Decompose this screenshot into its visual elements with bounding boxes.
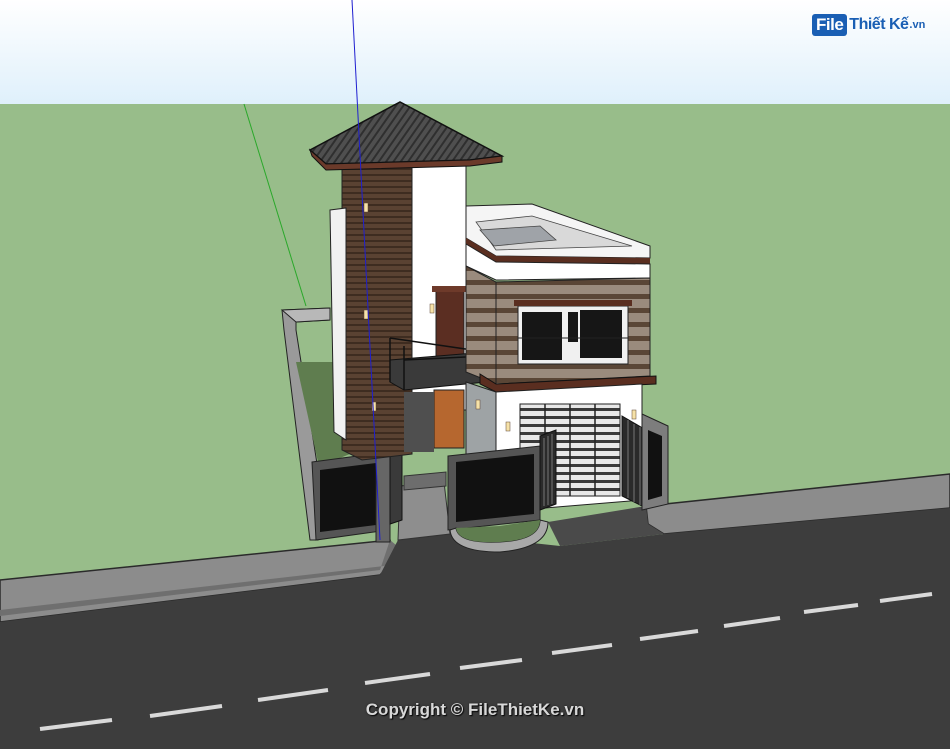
upper-window-left-pane xyxy=(522,312,562,360)
front-fence-left-panel xyxy=(320,462,384,532)
filethietke-logo: File Thiết Kế .vn xyxy=(812,14,925,36)
logo-ext-text: .vn xyxy=(909,19,926,31)
entry-recess xyxy=(404,392,434,452)
logo-name-text: Thiết Kế xyxy=(849,16,909,33)
sketchup-model-viewport xyxy=(0,0,950,749)
upper-floor-side xyxy=(465,265,497,385)
front-door xyxy=(433,389,465,449)
entrance-path xyxy=(397,481,451,541)
front-fence-middle-panel xyxy=(456,454,534,522)
upper-window-right-pane xyxy=(580,310,622,358)
window-awning xyxy=(514,300,632,306)
tower-wood-cladding xyxy=(341,161,413,461)
copyright-watermark: Copyright © FileThietKe.vn xyxy=(365,700,585,719)
logo-file-text: File xyxy=(812,14,848,36)
sky xyxy=(0,0,950,104)
upper-door-frame xyxy=(432,286,468,292)
right-gate-pillar-panel xyxy=(648,430,662,500)
